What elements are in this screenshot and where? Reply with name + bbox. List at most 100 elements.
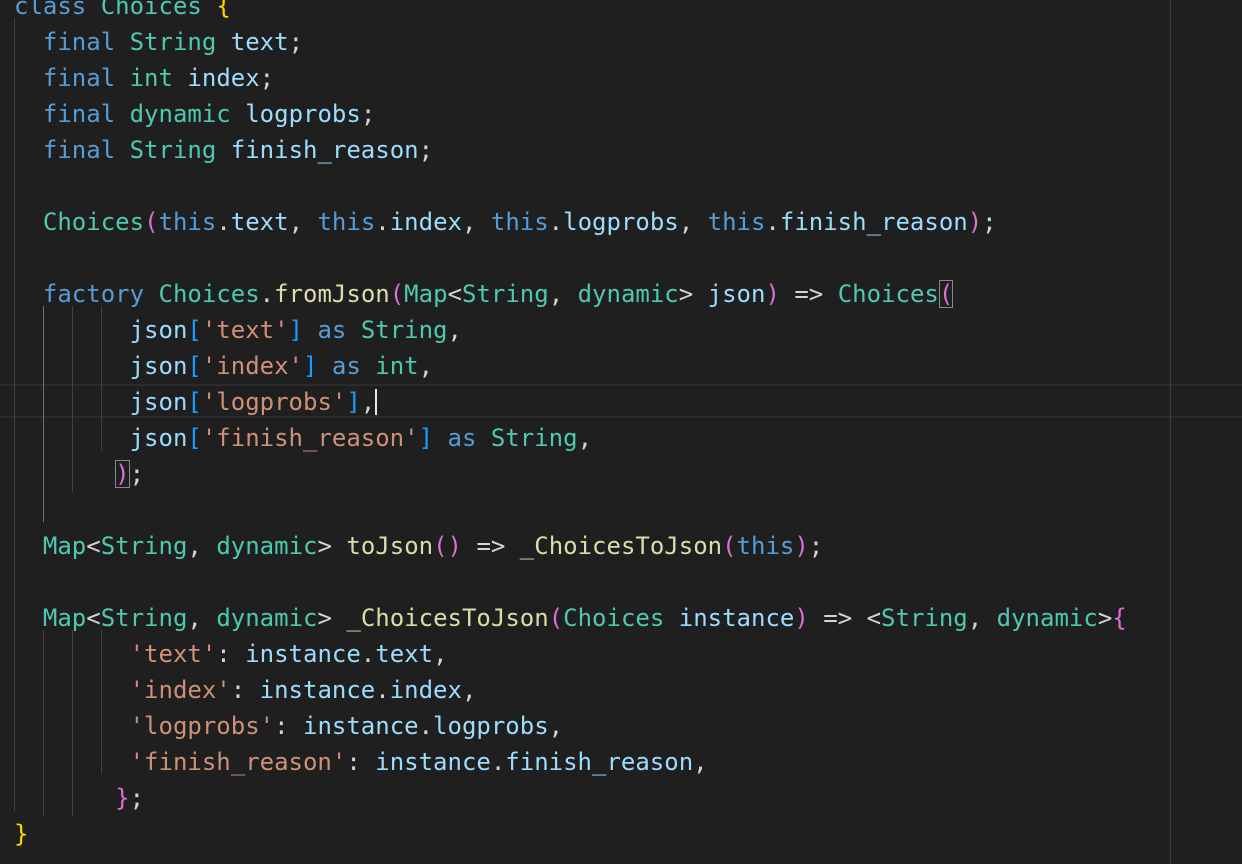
code-token: finish_reason xyxy=(505,748,694,776)
code-token: < xyxy=(86,532,101,560)
code-token: this xyxy=(158,208,217,236)
code-token: < xyxy=(86,604,101,632)
code-token: ) xyxy=(967,208,983,236)
code-token: this xyxy=(490,208,549,236)
code-token: final xyxy=(42,136,116,164)
code-line[interactable]: }; xyxy=(14,780,144,816)
code-token: , xyxy=(577,424,593,452)
code-token: 'text' xyxy=(201,316,289,344)
code-editor[interactable]: class Choices { final String text; final… xyxy=(0,0,1242,864)
code-token: json xyxy=(129,424,188,452)
code-token: finish_reason xyxy=(779,208,968,236)
code-token: 'index' xyxy=(201,352,303,380)
code-token: 'logprobs' xyxy=(201,388,347,416)
code-token: ( xyxy=(389,280,405,308)
code-token: > xyxy=(1097,604,1113,632)
code-token: text xyxy=(230,208,289,236)
code-line[interactable]: ); xyxy=(14,456,144,492)
code-token: ; xyxy=(288,28,304,56)
code-token: factory xyxy=(42,280,145,308)
code-token: Choices xyxy=(158,280,260,308)
code-token: ; xyxy=(259,64,275,92)
code-token: logprobs xyxy=(245,100,361,128)
code-token: => xyxy=(779,280,838,308)
code-token: this xyxy=(736,532,795,560)
code-line[interactable]: 'text': instance.text, xyxy=(14,636,448,672)
code-token: json xyxy=(129,388,188,416)
code-line[interactable]: json['index'] as int, xyxy=(14,348,433,384)
code-token: . xyxy=(765,208,780,236)
code-token: String xyxy=(461,280,549,308)
code-token: dynamic xyxy=(216,532,318,560)
code-token: 'finish_reason' xyxy=(201,424,419,452)
code-token: . xyxy=(375,676,390,704)
code-token: , xyxy=(461,208,491,236)
code-line[interactable]: final String text; xyxy=(14,24,303,60)
code-token: . xyxy=(418,712,434,740)
code-token: () xyxy=(433,532,462,560)
code-token: _ChoicesToJson xyxy=(346,604,549,632)
code-token: } xyxy=(14,820,29,848)
code-line[interactable]: factory Choices.fromJson(Map<String, dyn… xyxy=(14,276,954,312)
code-token: as xyxy=(331,352,361,380)
code-token: => < xyxy=(808,604,882,632)
code-line[interactable]: final dynamic logprobs; xyxy=(14,96,375,132)
code-line[interactable]: Map<String, dynamic> toJson() => _Choice… xyxy=(14,528,823,564)
code-token: : xyxy=(216,640,246,668)
code-token: ) xyxy=(765,280,780,308)
code-token: , xyxy=(447,316,462,344)
code-token: , xyxy=(548,280,578,308)
code-line[interactable]: 'logprobs': instance.logprobs, xyxy=(14,708,564,744)
code-token: . xyxy=(490,748,506,776)
code-line[interactable]: final int index; xyxy=(14,60,274,96)
code-line[interactable]: Map<String, dynamic> _ChoicesToJson(Choi… xyxy=(14,600,1127,636)
code-token: ] xyxy=(418,424,434,452)
code-token: ( xyxy=(722,532,737,560)
code-line[interactable]: json['logprobs'], xyxy=(14,384,378,420)
code-line[interactable]: json['text'] as String, xyxy=(14,312,462,348)
code-token: : xyxy=(274,712,303,740)
code-token: { xyxy=(1112,604,1127,632)
code-line[interactable]: Choices(this.text, this.index, this.logp… xyxy=(14,204,997,240)
code-token: [ xyxy=(187,352,202,380)
code-line[interactable]: final String finish_reason; xyxy=(14,132,433,168)
code-line[interactable]: class Choices { xyxy=(14,0,231,24)
code-token: . xyxy=(375,208,390,236)
code-token: , xyxy=(418,352,434,380)
code-token: ] xyxy=(303,352,318,380)
code-line[interactable]: } xyxy=(14,816,28,852)
code-token: ( xyxy=(938,280,954,308)
code-token: String xyxy=(881,604,968,632)
code-line[interactable]: 'index': instance.index, xyxy=(14,672,477,708)
code-line[interactable]: 'finish_reason': instance.finish_reason, xyxy=(14,744,708,780)
code-token: { xyxy=(216,0,231,20)
code-line[interactable]: json['finish_reason'] as String, xyxy=(14,420,592,456)
code-token: json xyxy=(707,280,766,308)
code-token: , xyxy=(433,640,448,668)
code-token: text xyxy=(230,28,289,56)
code-token: , xyxy=(187,532,217,560)
code-token: ) xyxy=(794,532,809,560)
code-token: logprobs xyxy=(433,712,549,740)
code-token: class xyxy=(14,0,87,20)
